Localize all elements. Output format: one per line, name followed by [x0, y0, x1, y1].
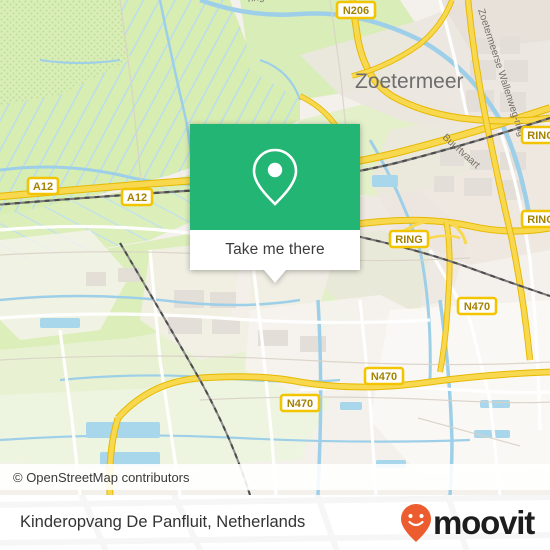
- road-shield-label: N470: [371, 371, 397, 383]
- moovit-logo[interactable]: moovit: [400, 503, 550, 543]
- road-shield: N470: [363, 366, 405, 386]
- road-shield-label: N206: [343, 5, 369, 17]
- road-shield: A12: [120, 187, 154, 207]
- road-shield: N470: [279, 393, 321, 413]
- road-shield: N470: [456, 296, 498, 316]
- road-shield-label: A12: [127, 192, 147, 204]
- road-shield: N206: [335, 0, 377, 20]
- footer-bar: Kinderopvang De Panfluit, Netherlands mo…: [0, 495, 550, 550]
- road-shield-label: RING: [395, 234, 423, 246]
- popup-image-placeholder: [190, 124, 360, 230]
- road-shield: RING: [520, 125, 550, 145]
- road-shield-label: A12: [33, 181, 53, 193]
- moovit-wordmark: moovit: [433, 504, 535, 541]
- location-popup-card[interactable]: Take me there: [190, 124, 360, 283]
- map-place-labels: Zoetermeer: [355, 70, 464, 93]
- map-pin-icon: [252, 148, 298, 206]
- road-shield-label: N470: [287, 398, 313, 410]
- road-shield: A12: [26, 176, 60, 196]
- road-shield-label: RING: [527, 214, 550, 226]
- osm-attribution-text[interactable]: © OpenStreetMap contributors: [0, 470, 190, 485]
- location-title: Kinderopvang De Panfluit, Netherlands: [20, 513, 306, 531]
- map-attribution-bar: © OpenStreetMap contributors: [0, 464, 550, 490]
- map-place-label: Zoetermeer: [355, 70, 464, 93]
- road-shield: RING: [388, 229, 430, 249]
- take-me-there-button[interactable]: Take me there: [190, 230, 360, 270]
- map-screenshot-page: Zoetermeerse Wallenweg-ringBuurtvaartrin…: [0, 0, 550, 550]
- road-shield: RING: [520, 209, 550, 229]
- road-shield-label: RING: [527, 130, 550, 142]
- road-shield-label: N470: [464, 301, 490, 313]
- moovit-smiley-pin-icon: [401, 503, 432, 542]
- take-me-there-label: Take me there: [225, 241, 325, 258]
- popup-tail-arrow: [264, 270, 286, 283]
